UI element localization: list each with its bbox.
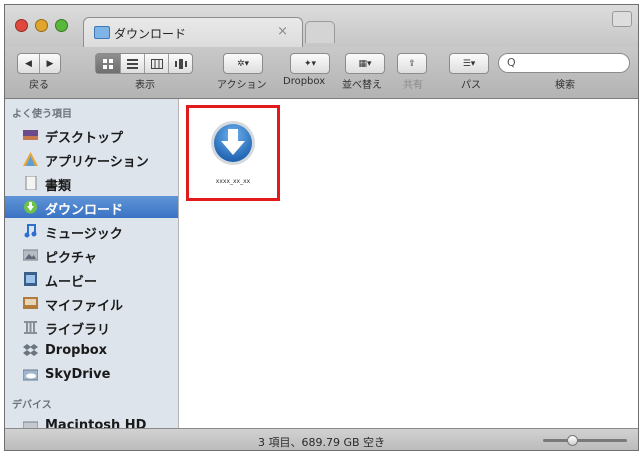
icon-view-button[interactable] xyxy=(96,54,120,73)
arrange-button[interactable]: ▦▾ xyxy=(345,53,385,74)
arrange-label: 並べ替え xyxy=(342,80,382,91)
sidebar-item-label: マイファイル xyxy=(45,299,124,314)
sidebar-item-desktop[interactable]: デスクトップ xyxy=(5,124,178,146)
sidebar-item-label: ミュージック xyxy=(45,227,123,242)
path-button[interactable]: ☰▾ xyxy=(449,53,489,74)
sidebar-item-skydrive[interactable]: SkyDrive xyxy=(5,364,178,386)
finder-window: ダウンロード × ◀ ▶ 戻る 表示 ✲▾ アクション ✦▾ Dropbox ▦… xyxy=(4,4,639,451)
back-button[interactable]: ◀ xyxy=(18,54,39,73)
tab-title: ダウンロード xyxy=(114,27,187,41)
sidebar-item-label: Dropbox xyxy=(45,343,108,358)
sidebar-item-pictures[interactable]: ピクチャ xyxy=(5,244,178,266)
folder-icon xyxy=(94,26,110,39)
file-browser: xxxx_xx_xx xyxy=(179,99,638,428)
file-item[interactable]: xxxx_xx_xx xyxy=(186,105,280,201)
desktop-icon xyxy=(23,130,38,140)
back-forward-buttons: ◀ ▶ xyxy=(17,53,61,74)
view-mode-buttons xyxy=(95,53,193,74)
sidebar-item-label: ダウンロード xyxy=(45,203,124,218)
list-view-icon xyxy=(127,58,138,69)
documents-icon xyxy=(25,176,37,190)
status-text: 3 項目、689.79 GB 空き xyxy=(257,436,386,449)
dropbox-button[interactable]: ✦▾ xyxy=(290,53,330,74)
sidebar-item-label: Macintosh HD xyxy=(45,418,147,428)
title-bar: ダウンロード × xyxy=(5,5,638,47)
minimize-window-button[interactable] xyxy=(35,19,48,32)
dropbox-label: Dropbox xyxy=(283,76,326,87)
toolbar-toggle-button[interactable] xyxy=(612,11,632,27)
sidebar-item-applications[interactable]: アプリケーション xyxy=(5,148,178,170)
hard-drive-icon xyxy=(23,421,38,428)
forward-button[interactable]: ▶ xyxy=(39,54,60,73)
column-view-icon xyxy=(150,58,163,69)
favorites-header: よく使う項目 xyxy=(12,109,72,120)
cover-flow-icon xyxy=(174,58,187,69)
tab-close-button[interactable]: × xyxy=(277,24,288,39)
slider-knob[interactable] xyxy=(567,435,578,446)
sidebar-item-all-my-files[interactable]: マイファイル xyxy=(5,292,178,314)
applications-icon xyxy=(23,152,38,166)
close-window-button[interactable] xyxy=(15,19,28,32)
sidebar-item-label: 書類 xyxy=(45,179,72,194)
skydrive-icon xyxy=(23,369,38,381)
movies-icon xyxy=(24,272,37,286)
back-label: 戻る xyxy=(29,80,49,91)
dropbox-icon: ✦▾ xyxy=(303,58,317,69)
dropbox-icon xyxy=(23,344,38,356)
column-view-button[interactable] xyxy=(144,54,168,73)
music-icon xyxy=(24,224,37,238)
sidebar-item-label: デスクトップ xyxy=(45,131,124,146)
devices-header: デバイス xyxy=(12,400,52,411)
tab-downloads[interactable]: ダウンロード × xyxy=(83,17,303,47)
arrange-icon: ▦▾ xyxy=(358,58,372,69)
sidebar-item-downloads[interactable]: ダウンロード xyxy=(5,196,178,218)
sidebar-item-music[interactable]: ミュージック xyxy=(5,220,178,242)
file-name: xxxx_xx_xx xyxy=(215,178,251,185)
sidebar-item-library[interactable]: ライブラリ xyxy=(5,316,178,338)
download-arrow-icon xyxy=(211,121,255,165)
share-label: 共有 xyxy=(403,80,423,91)
sidebar-item-label: アプリケーション xyxy=(45,155,149,170)
sidebar: よく使う項目 デスクトップ アプリケーション 書類 ダウンロード ミュージック … xyxy=(5,99,179,428)
action-label: アクション xyxy=(217,80,267,91)
sidebar-item-dropbox[interactable]: Dropbox xyxy=(5,340,178,362)
list-view-button[interactable] xyxy=(120,54,144,73)
path-icon: ☰▾ xyxy=(462,58,476,69)
sidebar-item-label: SkyDrive xyxy=(45,367,111,382)
cover-flow-button[interactable] xyxy=(168,54,192,73)
search-icon: Q xyxy=(507,56,516,69)
new-tab-button[interactable] xyxy=(305,21,335,43)
all-my-files-icon xyxy=(23,297,38,309)
library-icon xyxy=(24,321,37,334)
icon-view-icon xyxy=(102,58,113,69)
gear-icon: ✲▾ xyxy=(236,58,250,69)
search-input[interactable]: Q xyxy=(498,53,630,73)
toolbar: ◀ ▶ 戻る 表示 ✲▾ アクション ✦▾ Dropbox ▦▾ 並べ替え ⇪ … xyxy=(5,47,638,99)
status-bar: 3 項目、689.79 GB 空き xyxy=(5,428,638,450)
share-icon: ⇪ xyxy=(408,58,416,69)
sidebar-item-label: ピクチャ xyxy=(45,251,97,266)
search-label: 検索 xyxy=(555,80,575,91)
zoom-window-button[interactable] xyxy=(55,19,68,32)
share-button[interactable]: ⇪ xyxy=(397,53,427,74)
sidebar-item-label: ムービー xyxy=(45,275,98,290)
sidebar-item-documents[interactable]: 書類 xyxy=(5,172,178,194)
action-button[interactable]: ✲▾ xyxy=(223,53,263,74)
icon-size-slider[interactable] xyxy=(543,435,627,446)
downloads-icon xyxy=(24,200,37,214)
sidebar-item-movies[interactable]: ムービー xyxy=(5,268,178,290)
sidebar-item-label: ライブラリ xyxy=(45,323,111,338)
pictures-icon xyxy=(23,249,38,261)
view-label: 表示 xyxy=(135,80,155,91)
path-label: パス xyxy=(461,80,481,91)
sidebar-item-macintosh-hd[interactable]: Macintosh HD xyxy=(5,415,178,428)
